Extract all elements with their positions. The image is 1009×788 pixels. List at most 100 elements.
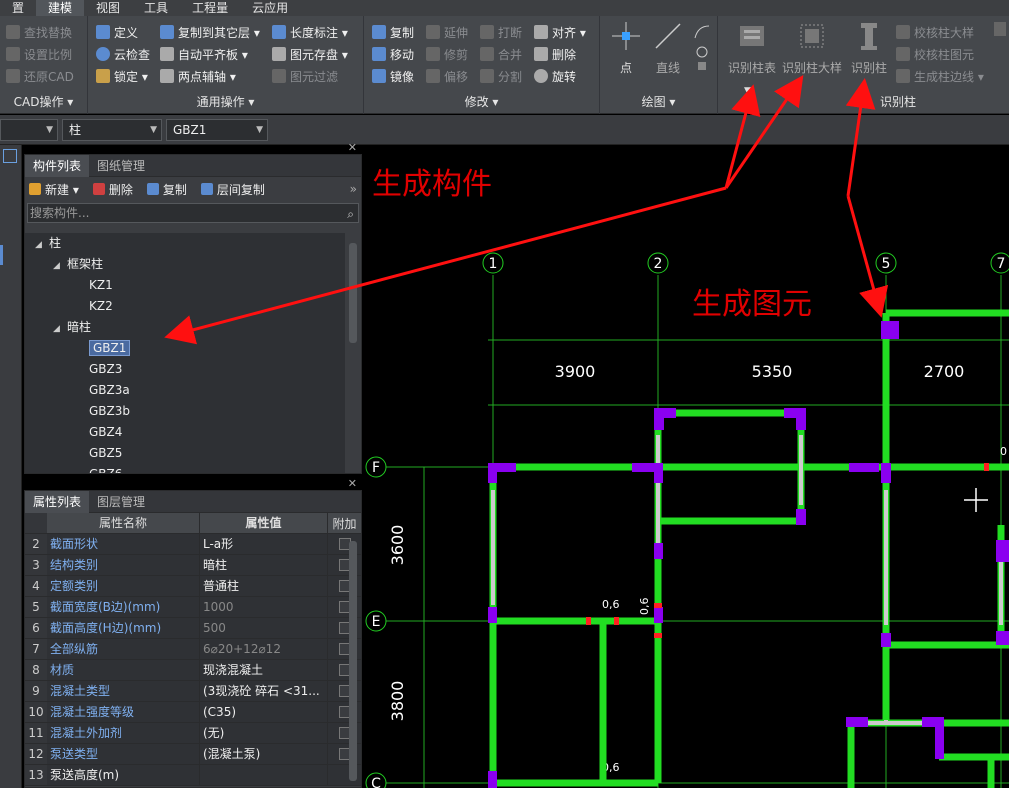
type-select[interactable]: 柱 ▼ <box>62 119 162 141</box>
tree-node[interactable]: ◢ 柱 <box>25 233 345 254</box>
floor-select[interactable]: ▼ <box>0 119 58 141</box>
break-button[interactable]: 打断 <box>480 22 522 42</box>
cloud-check-button[interactable]: 云检查 <box>96 44 150 64</box>
copy-button[interactable]: 复制 <box>372 22 414 42</box>
merge-button[interactable]: 合并 <box>480 44 522 64</box>
close-icon[interactable]: ✕ <box>348 141 357 154</box>
identify-column-table-button[interactable]: 识别柱表 <box>724 20 780 76</box>
two-point-axis-button[interactable]: 两点辅轴 ▾ <box>160 66 236 86</box>
offset-button[interactable]: 偏移 <box>426 66 468 86</box>
length-dim-button[interactable]: 长度标注 ▾ <box>272 22 348 42</box>
save-element-button[interactable]: 图元存盘 ▾ <box>272 44 348 64</box>
property-value[interactable] <box>199 765 327 785</box>
copy-component-button[interactable]: 复制 <box>146 181 187 198</box>
property-value[interactable]: (混凝土泵) <box>199 744 327 764</box>
tree-node[interactable]: GBZ3a <box>25 380 345 401</box>
more-arrows-icon[interactable]: » <box>350 182 357 196</box>
property-value[interactable]: (无) <box>199 723 327 743</box>
ribbon-caption-general[interactable]: 通用操作 ▾ <box>88 93 363 110</box>
property-row[interactable]: 11 混凝土外加剂 (无) <box>25 723 361 744</box>
ribbon-caption-modify[interactable]: 修改 ▾ <box>364 93 599 110</box>
align-button[interactable]: 对齐 ▾ <box>534 22 586 42</box>
ribbon-caption-cad[interactable]: CAD操作 ▾ <box>0 93 87 110</box>
tab-component-list[interactable]: 构件列表 <box>25 155 90 177</box>
tree-node[interactable]: ◢ 暗柱 <box>25 317 345 338</box>
copy-to-layer-button[interactable]: 复制到其它层 ▾ <box>160 22 260 42</box>
tab-property-list[interactable]: 属性列表 <box>25 491 90 513</box>
restore-cad-button[interactable]: 还原CAD <box>6 66 74 86</box>
tree-node[interactable]: GBZ3 <box>25 359 345 380</box>
tree-scrollbar[interactable] <box>349 243 357 343</box>
property-row[interactable]: 5 截面宽度(B边)(mm) 1000 <box>25 597 361 618</box>
copy-between-floors-button[interactable]: 层间复制 <box>200 181 265 198</box>
move-button[interactable]: 移动 <box>372 44 414 64</box>
tree-node[interactable]: GBZ5 <box>25 443 345 464</box>
identify-column-button[interactable]: 识别柱 <box>846 20 892 76</box>
extend-button[interactable]: 延伸 <box>426 22 468 42</box>
property-row[interactable]: 7 全部纵筋 6⌀20+12⌀12 <box>25 639 361 660</box>
property-row[interactable]: 4 定额类别 普通柱 <box>25 576 361 597</box>
property-row[interactable]: 12 泵送类型 (混凝土泵) <box>25 744 361 765</box>
property-value[interactable]: 普通柱 <box>199 576 327 596</box>
menu-item-view[interactable]: 视图 <box>84 0 132 16</box>
tree-node[interactable]: GBZ3b <box>25 401 345 422</box>
property-row[interactable]: 13 泵送高度(m) <box>25 765 361 786</box>
trim-button[interactable]: 修剪 <box>426 44 468 64</box>
generate-column-edge-button[interactable]: 生成柱边线 ▾ <box>896 66 984 86</box>
define-button[interactable]: 定义 <box>96 22 138 42</box>
property-value[interactable]: (C35) <box>199 702 327 722</box>
property-row[interactable]: 6 截面高度(H边)(mm) 500 <box>25 618 361 639</box>
lock-button[interactable]: 锁定 ▾ <box>96 66 148 86</box>
component-select[interactable]: GBZ1 ▼ <box>166 119 268 141</box>
menu-item-tools[interactable]: 工具 <box>132 0 180 16</box>
rotate-button[interactable]: 旋转 <box>534 66 576 86</box>
tab-layer-management[interactable]: 图层管理 <box>89 491 153 513</box>
property-value[interactable]: 500 <box>199 618 327 638</box>
drawing-canvas[interactable]: 1 2 5 7 F E C 3900 5350 2700 3600 3800 0… <box>364 145 1009 788</box>
check-column-element-button[interactable]: 校核柱图元 <box>896 44 974 64</box>
ribbon-caption-draw[interactable]: 绘图 ▾ <box>600 93 717 110</box>
property-row[interactable]: 8 材质 现浇混凝土 <box>25 660 361 681</box>
element-filter-button[interactable]: 图元过滤 <box>272 66 338 86</box>
expand-triangle-icon[interactable]: ◢ <box>35 235 49 256</box>
set-scale-button[interactable]: 设置比例 <box>6 44 72 64</box>
navigator-icon[interactable] <box>3 149 17 163</box>
find-replace-button[interactable]: 查找替换 <box>6 22 72 42</box>
new-button[interactable]: 新建 ▾ <box>29 181 79 198</box>
dropdown-arrow-icon[interactable]: ▼ <box>744 86 751 96</box>
menu-item-quantity[interactable]: 工程量 <box>180 0 240 16</box>
property-row[interactable]: 3 结构类别 暗柱 <box>25 555 361 576</box>
identify-column-detail-button[interactable]: 识别柱大样 <box>780 20 844 76</box>
component-search-input[interactable]: 搜索构件... ⌕ <box>27 203 359 223</box>
tree-node[interactable]: GBZ6 <box>25 464 345 473</box>
property-value[interactable]: (3现浇砼 碎石 <31... <box>199 681 327 701</box>
expand-triangle-icon[interactable]: ◢ <box>53 256 67 277</box>
delete-component-button[interactable]: 删除 <box>92 181 133 198</box>
property-row[interactable]: 2 截面形状 L-a形 <box>25 534 361 555</box>
menu-item-modeling[interactable]: 建模 <box>36 0 85 16</box>
point-button[interactable]: 点 <box>608 20 644 76</box>
check-column-detail-button[interactable]: 校核柱大样 <box>896 22 974 42</box>
tree-node[interactable]: GBZ1 <box>25 338 345 359</box>
tree-node[interactable]: GBZ4 <box>25 422 345 443</box>
mirror-button[interactable]: 镜像 <box>372 66 414 86</box>
menu-item-settings[interactable]: 置 <box>0 0 36 16</box>
split-button[interactable]: 分割 <box>480 66 522 86</box>
tree-node[interactable]: KZ2 <box>25 296 345 317</box>
property-row[interactable]: 10 混凝土强度等级 (C35) <box>25 702 361 723</box>
close-icon[interactable]: ✕ <box>348 477 357 490</box>
property-row[interactable]: 9 混凝土类型 (3现浇砼 碎石 <31... <box>25 681 361 702</box>
line-button[interactable]: 直线 <box>648 20 688 76</box>
property-value[interactable]: 暗柱 <box>199 555 327 575</box>
auto-align-slab-button[interactable]: 自动平齐板 ▾ <box>160 44 248 64</box>
property-value[interactable]: 6⌀20+12⌀12 <box>199 639 327 659</box>
menu-item-cloud[interactable]: 云应用 <box>240 0 300 16</box>
property-value[interactable]: 现浇混凝土 <box>199 660 327 680</box>
more-icon[interactable] <box>994 22 1006 36</box>
delete-button[interactable]: 删除 <box>534 44 576 64</box>
tree-node[interactable]: KZ1 <box>25 275 345 296</box>
property-value[interactable]: 1000 <box>199 597 327 617</box>
expand-triangle-icon[interactable]: ◢ <box>53 319 67 340</box>
property-value[interactable]: L-a形 <box>199 534 327 554</box>
tree-node[interactable]: ◢ 框架柱 <box>25 254 345 275</box>
